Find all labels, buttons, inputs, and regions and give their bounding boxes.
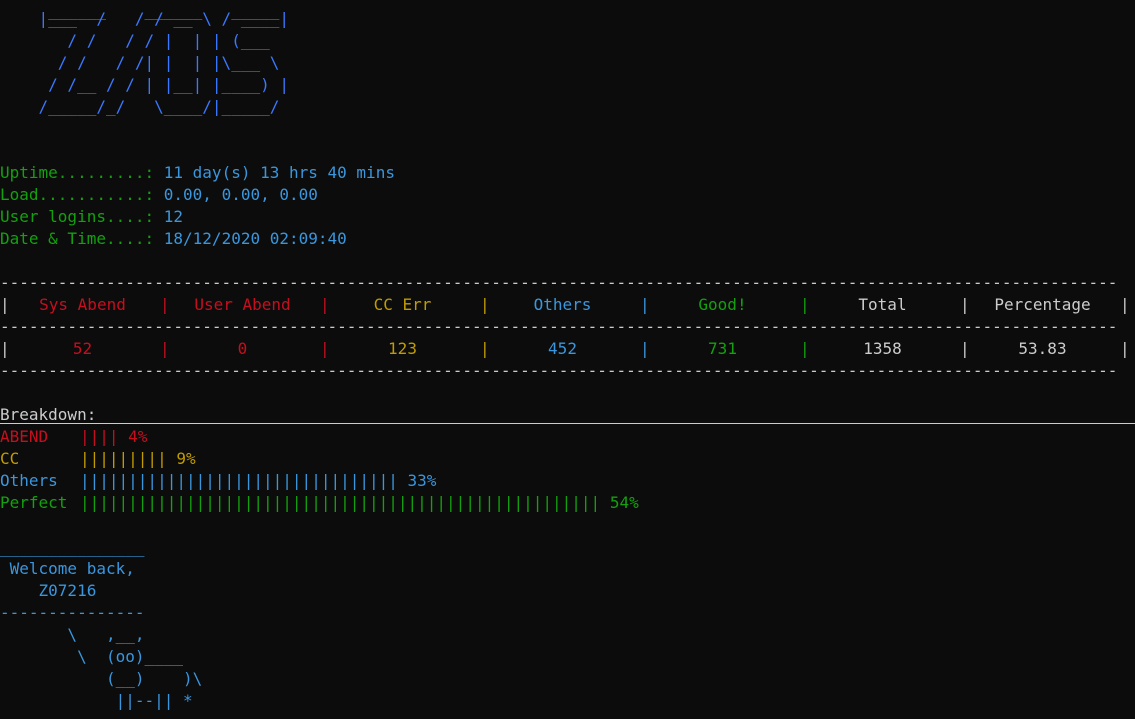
logo-line: / / / /| | | |\___ \ xyxy=(0,53,280,72)
header-cc-err: CC Err xyxy=(373,295,432,314)
table-separator: | xyxy=(0,295,10,314)
table-separator: | xyxy=(960,339,970,358)
table-separator: | xyxy=(0,339,10,358)
breakdown-row-others: Others ||||||||||||||||||||||||||||||||| … xyxy=(0,470,436,492)
table-separator: | xyxy=(320,339,330,358)
logo-line: / / / / | | | (___ xyxy=(0,31,270,50)
value-percentage: 53.83 xyxy=(1018,339,1067,358)
table-separator: | xyxy=(640,339,650,358)
table-separator: | xyxy=(160,339,170,358)
breakdown-percent: 4% xyxy=(128,427,148,446)
breakdown-bars: |||| xyxy=(80,427,119,446)
logo-line: /_____/_/ \____/|_____/ xyxy=(0,97,280,116)
header-percentage: Percentage xyxy=(994,295,1091,314)
breakdown-row-perfect: Perfect |||||||||||||||||||||||||||||||||… xyxy=(0,492,639,514)
breakdown-label: Perfect xyxy=(0,493,68,512)
cow-line: ||--|| * xyxy=(0,691,193,710)
table-separator: | xyxy=(800,339,810,358)
value-good: 731 xyxy=(708,339,737,358)
breakdown-percent: 54% xyxy=(609,493,639,512)
info-value: 18/12/2020 02:09:40 xyxy=(163,229,347,248)
table-separator: | xyxy=(320,295,330,314)
value-user-abend: 0 xyxy=(237,339,248,358)
info-value: 0.00, 0.00, 0.00 xyxy=(163,185,318,204)
info-uptime: Uptime.........: 11 day(s) 13 hrs 40 min… xyxy=(0,162,395,184)
header-total: Total xyxy=(858,295,907,314)
breakdown-bars: ||||||||| xyxy=(80,449,167,468)
info-value: 12 xyxy=(163,207,184,226)
table-separator: | xyxy=(800,295,810,314)
table-border-bottom: ----------------------------------------… xyxy=(0,361,1118,380)
value-total: 1358 xyxy=(863,339,902,358)
logo-line: |___ / / / __ \ / ____| xyxy=(0,9,289,28)
bubble-bottom-border: --------------- xyxy=(0,603,145,622)
logo-line: / /__ / / | |__| |____) | xyxy=(0,75,289,94)
table-separator: | xyxy=(480,339,490,358)
value-sys-abend: 52 xyxy=(72,339,93,358)
info-user-logins: User logins....: 12 xyxy=(0,206,183,228)
table-border-middle: ----------------------------------------… xyxy=(0,317,1118,336)
header-others: Others xyxy=(533,295,592,314)
cow-line: \ ,__, xyxy=(0,625,145,644)
breakdown-percent: 33% xyxy=(407,471,437,490)
header-good: Good! xyxy=(698,295,747,314)
welcome-username: Z07216 xyxy=(0,581,97,600)
table-separator: | xyxy=(960,295,970,314)
header-user-abend: User Abend xyxy=(194,295,291,314)
info-label: User logins....: xyxy=(0,207,164,226)
header-sys-abend: Sys Abend xyxy=(39,295,126,314)
bubble-top-border: _______________ xyxy=(0,538,145,557)
value-others: 452 xyxy=(548,339,577,358)
table-separator: | xyxy=(1120,339,1130,358)
breakdown-row-cc: CC ||||||||| 9% xyxy=(0,448,196,470)
info-label: Date & Time....: xyxy=(0,229,164,248)
breakdown-divider xyxy=(0,423,1135,424)
info-label: Uptime.........: xyxy=(0,163,164,182)
info-label: Load...........: xyxy=(0,185,164,204)
info-date-time: Date & Time....: 18/12/2020 02:09:40 xyxy=(0,228,347,250)
table-separator: | xyxy=(640,295,650,314)
table-separator: | xyxy=(160,295,170,314)
info-load: Load...........: 0.00, 0.00, 0.00 xyxy=(0,184,318,206)
welcome-greeting: Welcome back, xyxy=(0,559,135,578)
info-value: 11 day(s) 13 hrs 40 mins xyxy=(163,163,395,182)
breakdown-bars: ||||||||||||||||||||||||||||||||| xyxy=(80,471,398,490)
breakdown-label: ABEND xyxy=(0,427,49,446)
breakdown-bars: ||||||||||||||||||||||||||||||||||||||||… xyxy=(80,493,601,512)
cow-line: (__) )\ xyxy=(0,669,203,688)
table-border-top: ----------------------------------------… xyxy=(0,273,1118,292)
table-separator: | xyxy=(1120,295,1130,314)
breakdown-percent: 9% xyxy=(176,449,196,468)
breakdown-row-abend: ABEND |||| 4% xyxy=(0,426,147,448)
breakdown-label: Others xyxy=(0,471,58,490)
value-cc-err: 123 xyxy=(388,339,417,358)
breakdown-label: CC xyxy=(0,449,20,468)
table-separator: | xyxy=(480,295,490,314)
cow-line: \ (oo)____ xyxy=(0,647,184,666)
